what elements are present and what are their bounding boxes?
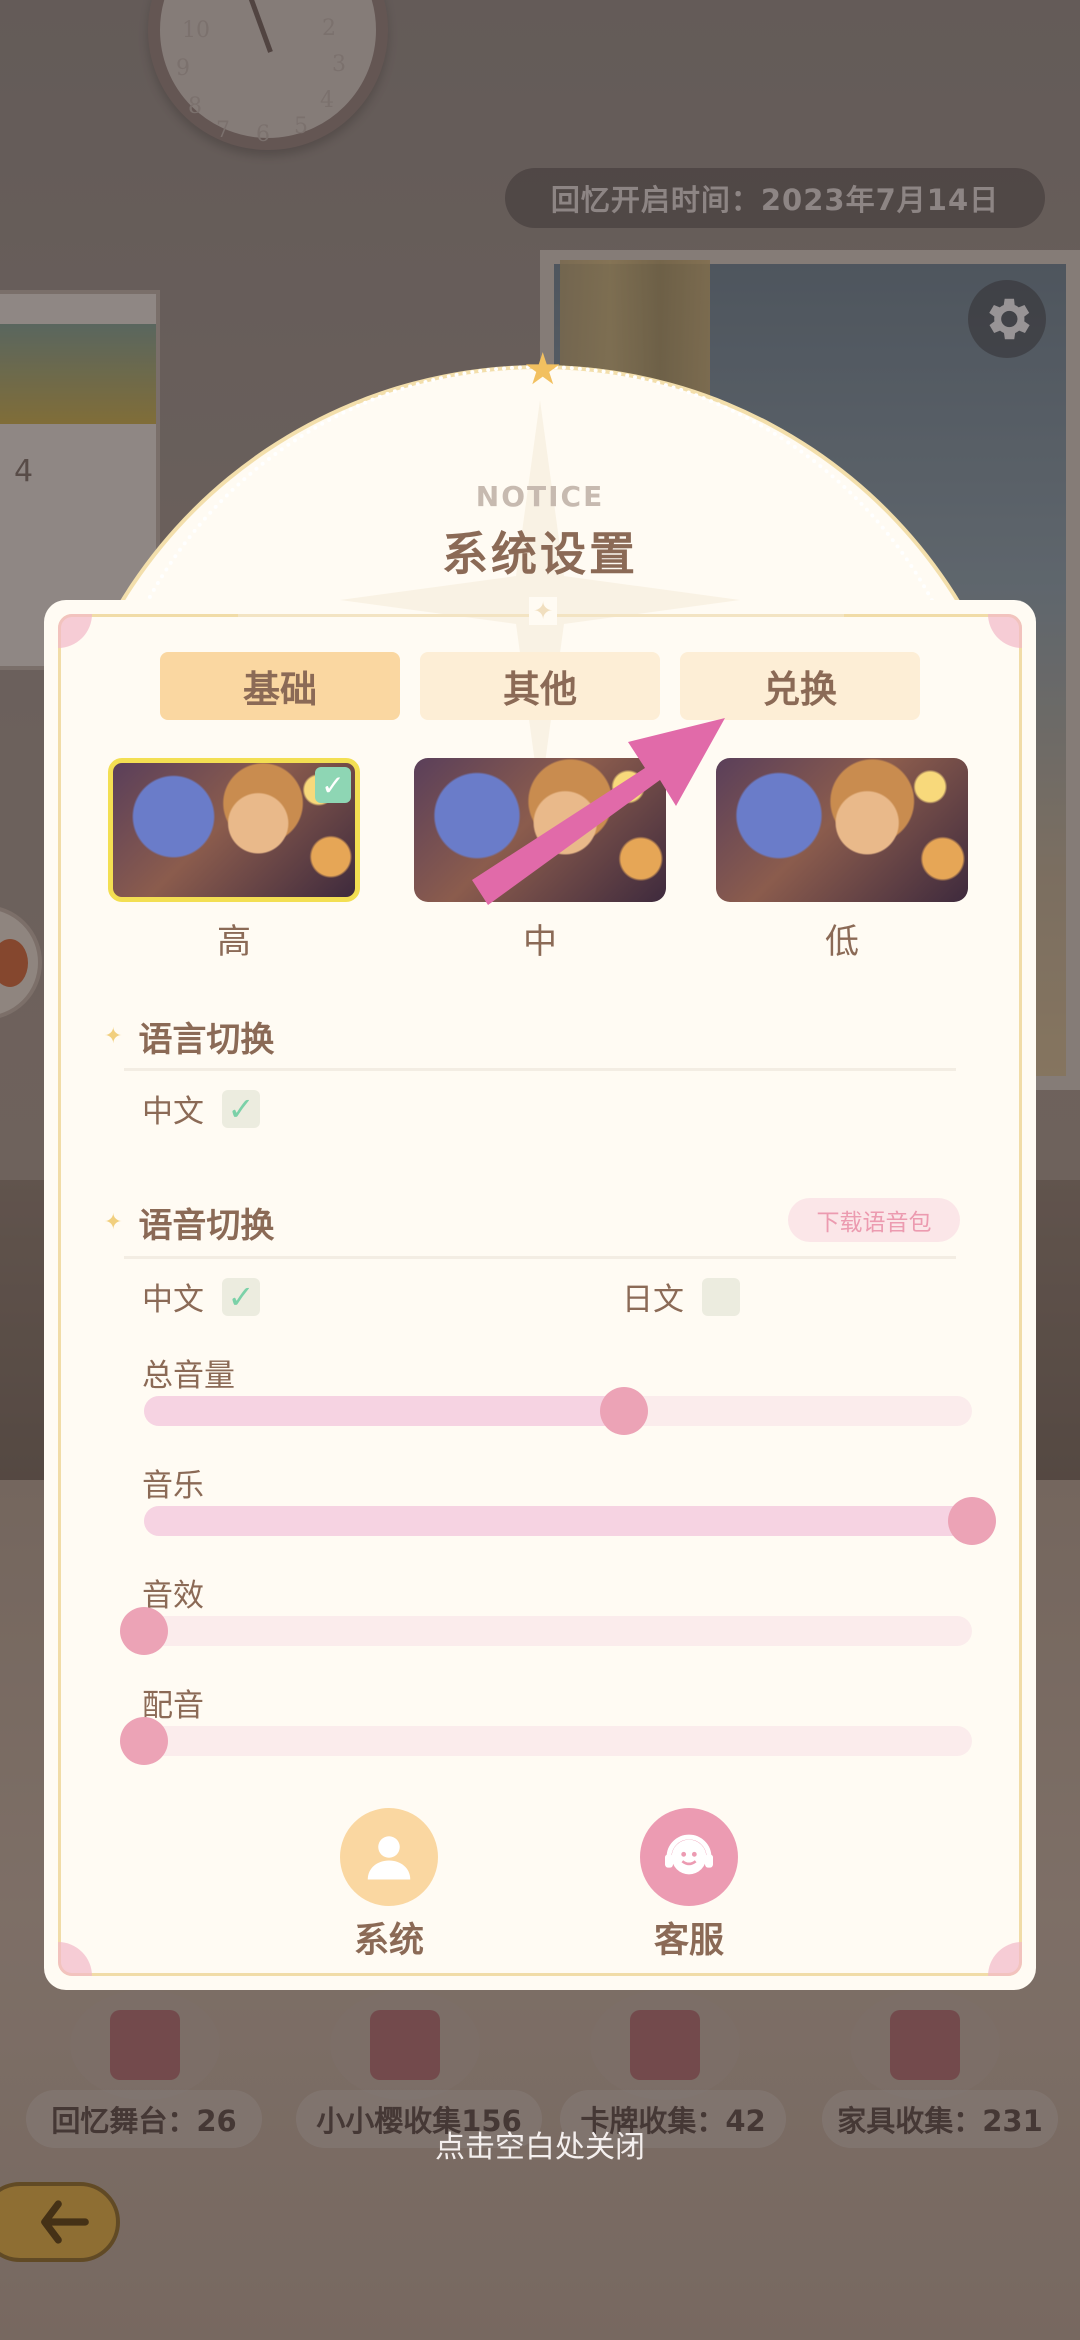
quality-high-thumbnail[interactable]: ✓ (108, 758, 360, 902)
option-label: 中文 (142, 1282, 204, 1318)
quality-low-label: 低 (825, 922, 859, 962)
tab-basic[interactable]: 基础 (160, 652, 400, 720)
download-voice-pack-button[interactable]: 下载语音包 (788, 1198, 960, 1242)
voice-section-label: 语音切换 (138, 1206, 275, 1246)
slider-knob[interactable] (120, 1607, 168, 1655)
music-volume-slider[interactable] (144, 1497, 996, 1545)
voice-option-japanese[interactable]: 日文 (622, 1274, 740, 1319)
person-icon (367, 1836, 411, 1880)
tap-to-close-hint[interactable]: 点击空白处关闭 (0, 2122, 1080, 2166)
checkbox-checked[interactable]: ✓ (222, 1277, 260, 1316)
music-volume-label: 音乐 (142, 1468, 204, 1504)
tab-other[interactable]: 其他 (420, 652, 660, 720)
master-volume-slider[interactable] (144, 1387, 972, 1435)
slider-knob[interactable] (120, 1717, 168, 1765)
sparkle-icon: ✦ (104, 1210, 123, 1235)
title-divider (238, 597, 844, 625)
star-icon: ★ (523, 344, 563, 395)
quality-low-thumbnail[interactable] (716, 758, 968, 902)
language-section-label: 语言切换 (138, 1020, 275, 1060)
option-label: 中文 (142, 1094, 204, 1130)
sparkle-icon: ✦ (104, 1024, 123, 1049)
dialog-notice-label: NOTICE (475, 480, 605, 513)
slider-knob[interactable] (600, 1387, 649, 1435)
tab-redeem[interactable]: 兑换 (680, 652, 920, 720)
quality-medium-label: 中 (523, 922, 557, 962)
option-label: 日文 (622, 1282, 684, 1318)
language-option-chinese[interactable]: 中文 ✓ (142, 1086, 260, 1131)
system-button[interactable] (340, 1808, 438, 1906)
quality-medium-thumbnail[interactable] (414, 758, 666, 902)
voice-section-title: ✦ 语音切换 (104, 1198, 274, 1247)
master-volume-label: 总音量 (142, 1358, 235, 1394)
language-section-title: ✦ 语言切换 (104, 1012, 274, 1061)
section-divider (124, 1256, 956, 1259)
checkbox-checked[interactable]: ✓ (222, 1089, 260, 1128)
voice-volume-slider[interactable] (120, 1717, 972, 1765)
dialog-title: 系统设置 (442, 527, 638, 581)
slider-fill (144, 1396, 625, 1426)
customer-service-button-label: 客服 (653, 1921, 724, 1961)
voice-option-chinese[interactable]: 中文 ✓ (142, 1274, 260, 1319)
sfx-volume-slider[interactable] (120, 1607, 972, 1655)
system-button-label: 系统 (353, 1921, 424, 1961)
checkbox-unchecked[interactable] (702, 1277, 740, 1316)
check-icon: ✓ (315, 767, 351, 803)
section-divider (124, 1068, 956, 1071)
slider-fill (144, 1506, 972, 1536)
customer-service-button[interactable] (640, 1808, 738, 1906)
headset-icon (665, 1834, 713, 1875)
slider-knob[interactable] (948, 1497, 996, 1545)
quality-high-label: 高 (217, 922, 251, 962)
